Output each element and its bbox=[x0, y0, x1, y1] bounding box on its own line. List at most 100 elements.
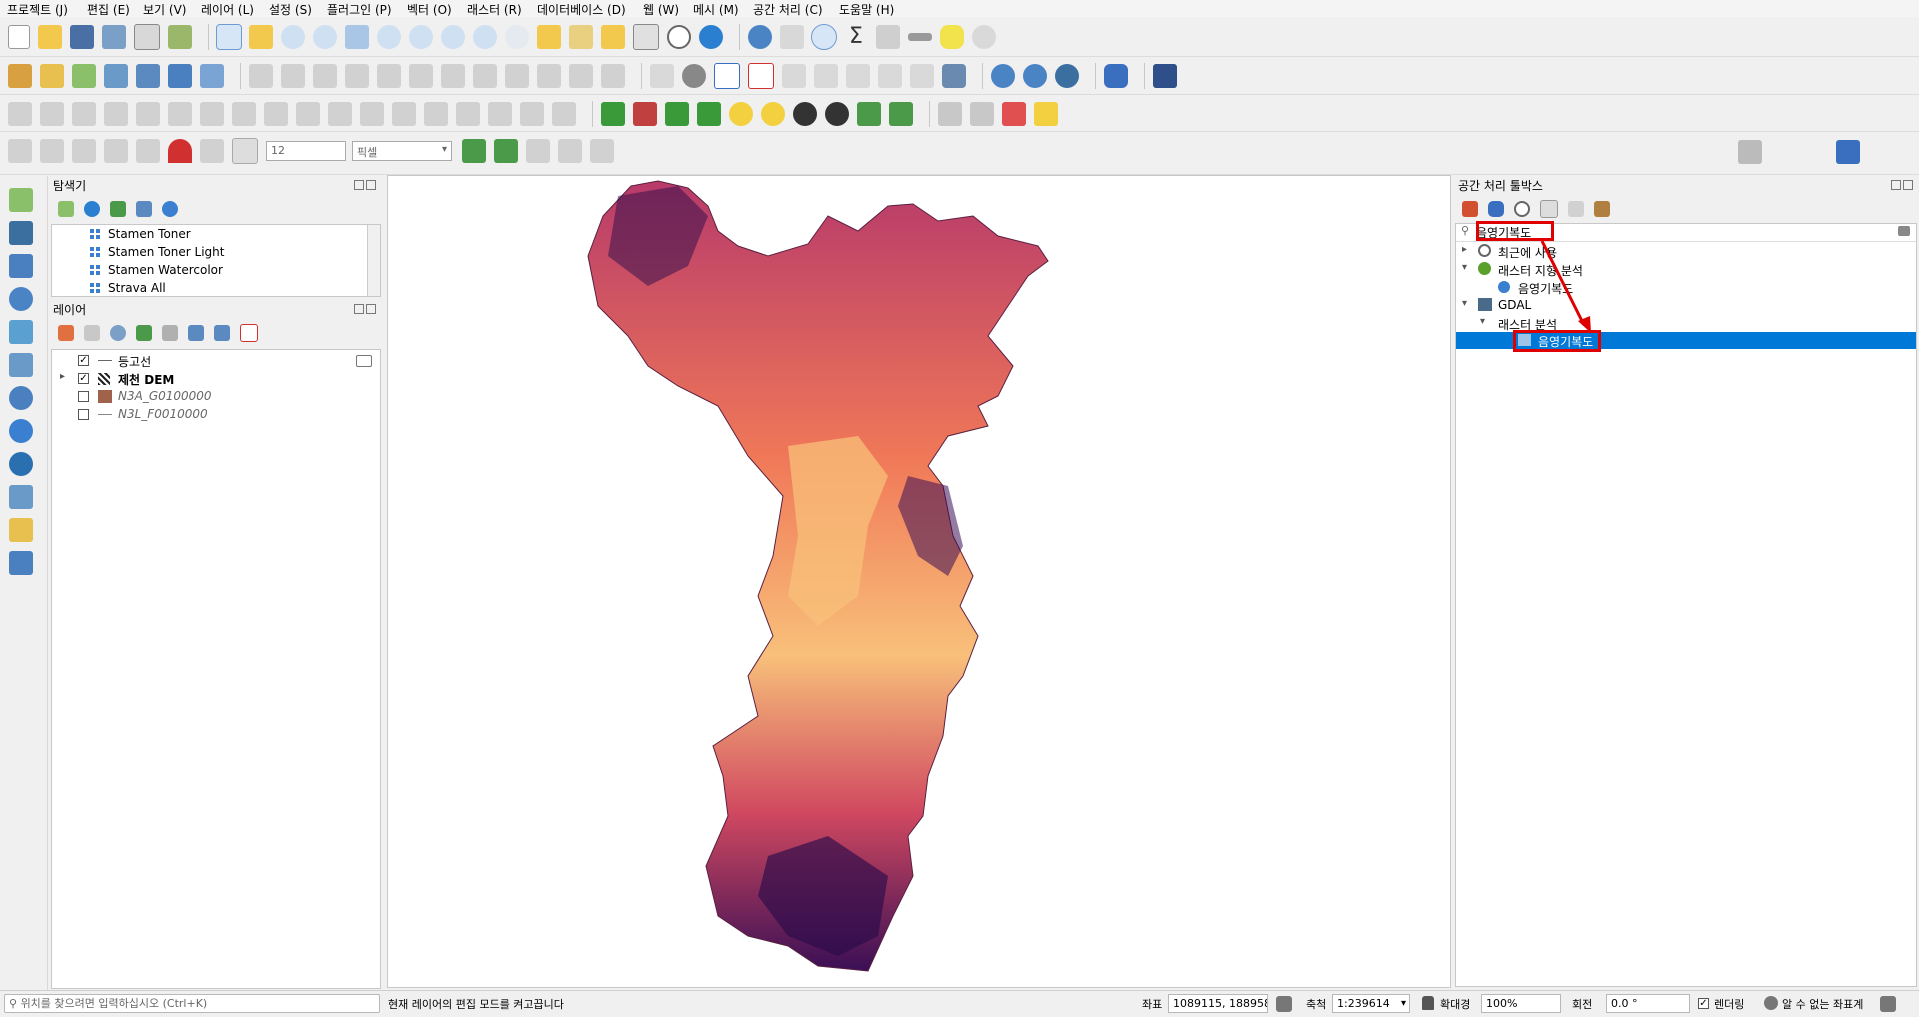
abc-label-icon[interactable] bbox=[714, 63, 740, 89]
edit-pencil-icon[interactable] bbox=[249, 64, 273, 88]
list-item[interactable]: Strava All bbox=[90, 281, 166, 295]
menu-web[interactable]: 웹 (W) bbox=[643, 1, 679, 18]
zoom-native-icon[interactable] bbox=[441, 25, 465, 49]
remove-layer-icon[interactable] bbox=[240, 324, 258, 342]
zoom-to-selection-icon[interactable] bbox=[377, 25, 401, 49]
snap-mode-icon[interactable] bbox=[232, 138, 258, 164]
database-icon[interactable] bbox=[942, 64, 966, 88]
menu-mesh[interactable]: 메시 (M) bbox=[693, 1, 739, 18]
tolerance-unit-select[interactable]: 픽셀 ▾ bbox=[352, 141, 452, 161]
messages-icon[interactable] bbox=[1880, 996, 1896, 1012]
add-spatialite-icon[interactable] bbox=[9, 353, 33, 377]
vertex-edit-icon[interactable] bbox=[40, 102, 64, 126]
copy-icon[interactable] bbox=[505, 64, 529, 88]
menu-view[interactable]: 보기 (V) bbox=[143, 1, 186, 18]
delete-ring-icon[interactable] bbox=[136, 102, 160, 126]
measure-angle-icon[interactable] bbox=[72, 139, 96, 163]
undo-icon[interactable] bbox=[569, 64, 593, 88]
new-map-view-icon[interactable] bbox=[537, 25, 561, 49]
menu-vector[interactable]: 벡터 (O) bbox=[407, 1, 452, 18]
zoom-in-icon[interactable] bbox=[281, 25, 305, 49]
clear-search-icon[interactable] bbox=[1898, 226, 1910, 236]
web-globe-icon[interactable] bbox=[1055, 64, 1079, 88]
zoom-to-layer-icon[interactable] bbox=[409, 25, 433, 49]
refresh-browser-icon[interactable] bbox=[84, 201, 100, 217]
scale-select[interactable]: 1:239614 ▾ bbox=[1332, 994, 1410, 1013]
deselect-all-icon[interactable] bbox=[1002, 102, 1026, 126]
add-vector-layer-icon[interactable] bbox=[72, 64, 96, 88]
snap-intersection-icon[interactable] bbox=[494, 139, 518, 163]
simplify-icon[interactable] bbox=[296, 102, 320, 126]
add-part-icon[interactable] bbox=[168, 102, 192, 126]
help-icon[interactable] bbox=[1153, 64, 1177, 88]
add-ring-icon[interactable] bbox=[72, 102, 96, 126]
new-3d-view-icon[interactable] bbox=[569, 25, 593, 49]
digitize-icon[interactable] bbox=[8, 102, 32, 126]
tolerance-spinbox[interactable]: 12 bbox=[266, 141, 346, 161]
select-features-icon[interactable] bbox=[938, 102, 962, 126]
filter-indicator-icon[interactable] bbox=[356, 355, 372, 367]
save-project-icon[interactable] bbox=[70, 25, 94, 49]
panel-controls[interactable] bbox=[1889, 179, 1915, 190]
layer-row-contours[interactable]: ✓ 등고선 bbox=[52, 352, 380, 369]
raster-histogram-icon[interactable] bbox=[601, 102, 625, 126]
collapse-tree-icon[interactable] bbox=[214, 325, 230, 341]
cut-icon[interactable] bbox=[473, 64, 497, 88]
snap-options-icon[interactable] bbox=[136, 139, 160, 163]
delete-selected-icon[interactable] bbox=[441, 64, 465, 88]
tracing-icon[interactable] bbox=[526, 139, 550, 163]
label-rotate-icon[interactable] bbox=[814, 64, 838, 88]
panel-controls[interactable] bbox=[352, 303, 378, 314]
text-style-icon[interactable] bbox=[1835, 140, 1860, 164]
gamma-up-icon[interactable] bbox=[857, 102, 881, 126]
label-pin-icon[interactable] bbox=[682, 64, 706, 88]
bookmark-icon[interactable] bbox=[601, 25, 625, 49]
move-feature-icon[interactable] bbox=[409, 64, 433, 88]
style-panel-icon[interactable] bbox=[58, 325, 74, 341]
add-raster-icon[interactable] bbox=[9, 221, 33, 245]
list-item[interactable]: Stamen Watercolor bbox=[90, 263, 223, 277]
metasearch-settings-icon[interactable] bbox=[1023, 64, 1047, 88]
add-virtual-layer-icon[interactable] bbox=[9, 518, 33, 542]
new-geopackage-icon[interactable] bbox=[40, 64, 64, 88]
browser-tree[interactable]: Stamen Toner Stamen Toner Light Stamen W… bbox=[51, 224, 381, 297]
map-tips-icon[interactable] bbox=[940, 25, 964, 49]
brightness-down-icon[interactable] bbox=[761, 102, 785, 126]
add-wcs-layer-icon[interactable] bbox=[9, 452, 33, 476]
menu-raster[interactable]: 래스터 (R) bbox=[467, 1, 522, 18]
zoom-last-icon[interactable] bbox=[473, 25, 497, 49]
abc-highlight-icon[interactable] bbox=[748, 63, 774, 89]
add-mesh-icon[interactable] bbox=[9, 254, 33, 278]
panel-controls[interactable] bbox=[352, 179, 378, 190]
reverse-line-icon[interactable] bbox=[488, 102, 512, 126]
split-features-icon[interactable] bbox=[328, 102, 352, 126]
browser-scrollbar[interactable] bbox=[367, 225, 380, 296]
layout-manager-icon[interactable] bbox=[168, 25, 192, 49]
offset-curve-icon[interactable] bbox=[264, 102, 288, 126]
add-wfs-layer-icon[interactable] bbox=[9, 485, 33, 509]
layer-row-n3l[interactable]: N3L_F0010000 bbox=[52, 406, 380, 423]
layer-row-n3a[interactable]: N3A_G0100000 bbox=[52, 388, 380, 405]
menu-project[interactable]: 프로젝트 (J) bbox=[7, 1, 68, 18]
gamma-down-icon[interactable] bbox=[889, 102, 913, 126]
merge-features-icon[interactable] bbox=[392, 102, 416, 126]
list-item[interactable]: Stamen Toner Light bbox=[90, 245, 224, 259]
filter-icon[interactable] bbox=[110, 201, 126, 217]
topology-editing-icon[interactable] bbox=[462, 139, 486, 163]
print-layout-icon[interactable] bbox=[134, 24, 160, 50]
pan-to-selection-icon[interactable] bbox=[249, 25, 273, 49]
add-delimited-icon[interactable] bbox=[9, 320, 33, 344]
redo-icon[interactable] bbox=[601, 64, 625, 88]
layer-visibility-checkbox[interactable] bbox=[78, 391, 89, 402]
list-item[interactable]: Stamen Toner bbox=[90, 227, 191, 241]
add-group-icon[interactable] bbox=[84, 325, 100, 341]
refresh-icon[interactable] bbox=[699, 25, 723, 49]
save-as-icon[interactable] bbox=[102, 25, 126, 49]
add-wfs-icon[interactable] bbox=[200, 64, 224, 88]
measure-bearing-icon[interactable] bbox=[104, 139, 128, 163]
rotation-spinbox[interactable]: 0.0 ° bbox=[1606, 994, 1690, 1013]
zoom-full-icon[interactable] bbox=[345, 25, 369, 49]
map-canvas[interactable] bbox=[387, 175, 1451, 988]
filter-legend-icon[interactable] bbox=[136, 325, 152, 341]
render-checkbox[interactable]: ✓ bbox=[1698, 998, 1709, 1009]
